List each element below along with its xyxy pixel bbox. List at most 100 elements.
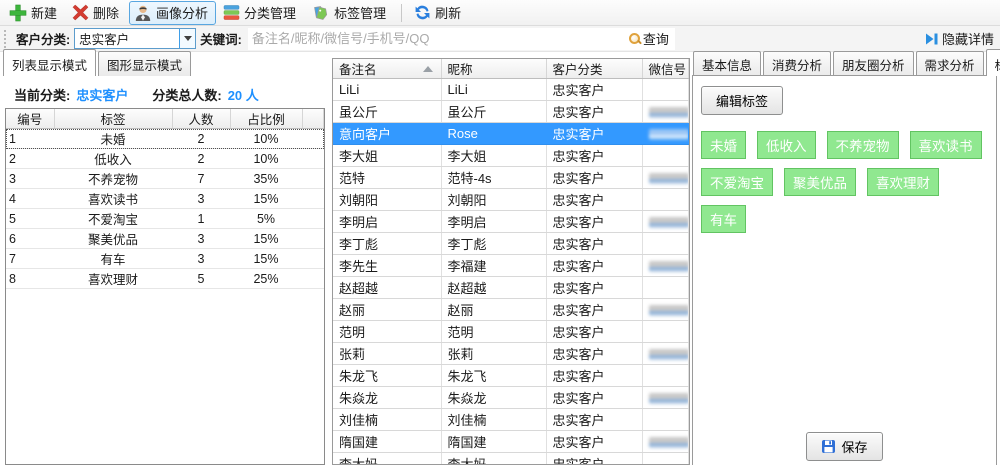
customer-row[interactable]: 刘朝阳刘朝阳忠实客户 <box>333 189 689 211</box>
customer-row[interactable]: 范特范特-4s忠实客户 <box>333 167 689 189</box>
plus-icon <box>9 4 27 22</box>
column-header[interactable]: 昵称 <box>441 59 546 79</box>
customer-row[interactable]: 李明启李明启忠实客户 <box>333 211 689 233</box>
toolbar-button-4[interactable]: 分类管理 <box>218 1 304 25</box>
table-row[interactable]: 1未婚210% <box>6 129 324 149</box>
table-row[interactable]: 3不养宠物735% <box>6 169 324 189</box>
toolbar-button-5[interactable]: 标签管理 <box>306 1 394 25</box>
tag-chip[interactable]: 不爱淘宝 <box>701 168 773 196</box>
tag-chip[interactable]: 喜欢读书 <box>910 131 982 159</box>
cell: 4 <box>6 189 54 209</box>
customer-row[interactable]: 范明范明忠实客户 <box>333 321 689 343</box>
tab-图形显示模式[interactable]: 图形显示模式 <box>98 51 191 76</box>
chevron-down-icon[interactable] <box>179 29 195 48</box>
column-header[interactable]: 编号 <box>6 109 54 129</box>
cell: 忠实客户 <box>546 343 642 365</box>
hide-details-button[interactable]: 隐藏详情 <box>924 29 994 48</box>
customer-table: 备注名昵称客户分类微信号 LiLiLiLi忠实客户虽公斤虽公斤忠实客户意向客户R… <box>332 58 690 465</box>
tag-chip[interactable]: 喜欢理财 <box>867 168 939 196</box>
column-header[interactable]: 标签 <box>54 109 172 129</box>
tab-消费分析[interactable]: 消费分析 <box>763 51 831 76</box>
tag-chip[interactable]: 不养宠物 <box>827 131 899 159</box>
search-button[interactable]: 查询 <box>623 28 675 50</box>
customer-row[interactable]: 李丁彪李丁彪忠实客户 <box>333 233 689 255</box>
save-button[interactable]: 保存 <box>806 432 882 461</box>
table-row[interactable]: 2低收入210% <box>6 149 324 169</box>
customer-row[interactable]: 朱焱龙朱焱龙忠实客户 <box>333 387 689 409</box>
categories-icon <box>223 4 240 21</box>
tag-chip[interactable]: 未婚 <box>701 131 746 159</box>
blurred-wechat-id <box>649 349 689 360</box>
toolbar-button-1[interactable]: 新建 <box>4 1 65 25</box>
edit-tags-button[interactable]: 编辑标签 <box>701 86 783 115</box>
cell: 忠实客户 <box>546 189 642 211</box>
table-row[interactable]: 4喜欢读书315% <box>6 189 324 209</box>
table-row[interactable]: 6聚美优品315% <box>6 229 324 249</box>
cell: 有车 <box>54 249 172 269</box>
tag-chip[interactable]: 聚美优品 <box>784 168 856 196</box>
cell: 忠实客户 <box>546 409 642 431</box>
customer-row[interactable]: 赵超越赵超越忠实客户 <box>333 277 689 299</box>
tab-朋友圈分析[interactable]: 朋友圈分析 <box>833 51 914 76</box>
cell: 刘佳楠 <box>333 409 441 431</box>
customer-row[interactable]: 虽公斤虽公斤忠实客户 <box>333 101 689 123</box>
cell: 5% <box>230 209 302 229</box>
column-header[interactable]: 人数 <box>172 109 230 129</box>
category-stats: 当前分类: 忠实客户 分类总人数: 20 人 <box>0 76 330 112</box>
cell: 忠实客户 <box>546 79 642 101</box>
tag-chip[interactable]: 有车 <box>701 205 746 233</box>
cell: 忠实客户 <box>546 233 642 255</box>
column-header[interactable] <box>302 109 324 129</box>
cell: 喜欢理财 <box>54 269 172 289</box>
column-header[interactable]: 微信号 <box>642 59 689 79</box>
column-header[interactable]: 备注名 <box>333 59 441 79</box>
toolbar-button-2[interactable]: 删除 <box>67 1 127 25</box>
customer-row[interactable]: 李大姐李大姐忠实客户 <box>333 145 689 167</box>
cell: 忠实客户 <box>546 167 642 189</box>
cell <box>302 209 324 229</box>
cell: LiLi <box>333 79 441 101</box>
keyword-input[interactable] <box>248 29 623 49</box>
toolbar-button-3[interactable]: 画像分析 <box>129 1 216 25</box>
table-row[interactable]: 7有车315% <box>6 249 324 269</box>
column-header[interactable]: 占比例 <box>230 109 302 129</box>
cell <box>302 249 324 269</box>
tab-标签[interactable]: 标签 <box>986 49 1000 76</box>
table-row[interactable]: 8喜欢理财525% <box>6 269 324 289</box>
customer-row[interactable]: 隋国建隋国建忠实客户 <box>333 431 689 453</box>
tab-基本信息[interactable]: 基本信息 <box>693 51 761 76</box>
customer-row[interactable]: 张莉张莉忠实客户 <box>333 343 689 365</box>
cell: 李大姐 <box>441 145 546 167</box>
cell: 意向客户 <box>333 123 441 145</box>
customer-row[interactable]: 意向客户Rose忠实客户 <box>333 123 689 145</box>
tags-icon <box>311 4 330 22</box>
customer-row[interactable]: 李大妈李大妈忠实客户 <box>333 453 689 465</box>
cell: 赵超越 <box>333 277 441 299</box>
cell: 忠实客户 <box>546 211 642 233</box>
toolbar-button-6[interactable]: 刷新 <box>409 1 469 25</box>
customer-row[interactable]: 李先生李福建忠实客户 <box>333 255 689 277</box>
table-row[interactable]: 5不爱淘宝15% <box>6 209 324 229</box>
customer-row[interactable]: 刘佳楠刘佳楠忠实客户 <box>333 409 689 431</box>
tag-chip[interactable]: 低收入 <box>757 131 816 159</box>
column-header[interactable]: 客户分类 <box>546 59 642 79</box>
cell: 朱龙飞 <box>333 365 441 387</box>
display-mode-tabs: 列表显示模式图形显示模式 <box>0 52 330 76</box>
cell: 喜欢读书 <box>54 189 172 209</box>
customer-row[interactable]: LiLiLiLi忠实客户 <box>333 79 689 101</box>
wechat-id-cell <box>642 211 689 233</box>
category-filter-label: 客户分类: <box>16 29 70 48</box>
customer-row[interactable]: 朱龙飞朱龙飞忠实客户 <box>333 365 689 387</box>
wechat-id-cell <box>642 101 689 123</box>
cell: 1 <box>172 209 230 229</box>
tab-列表显示模式[interactable]: 列表显示模式 <box>3 49 96 76</box>
wechat-id-cell <box>642 321 689 343</box>
tab-需求分析[interactable]: 需求分析 <box>916 51 984 76</box>
cell: 15% <box>230 249 302 269</box>
wechat-id-cell <box>642 453 689 465</box>
wechat-id-cell <box>642 145 689 167</box>
cell: 低收入 <box>54 149 172 169</box>
category-select[interactable]: 忠实客户 <box>74 28 196 49</box>
customer-row[interactable]: 赵丽赵丽忠实客户 <box>333 299 689 321</box>
cell: 忠实客户 <box>546 365 642 387</box>
